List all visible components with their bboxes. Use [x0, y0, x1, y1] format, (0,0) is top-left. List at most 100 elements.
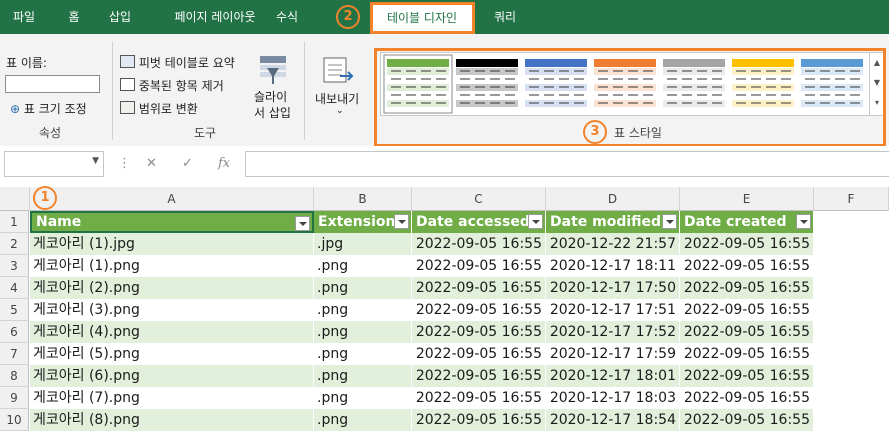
- cell-name[interactable]: 게코아리 (6).png: [30, 365, 314, 387]
- cell-date-modified[interactable]: 2020-12-17 17:52: [546, 321, 680, 343]
- row-header[interactable]: 8: [0, 365, 29, 387]
- cell-date-accessed[interactable]: 2022-09-05 16:55: [412, 409, 546, 431]
- cell-date-accessed[interactable]: 2022-09-05 16:55: [412, 233, 546, 255]
- slicer-label-2: 서 삽입: [254, 106, 291, 120]
- cell-date-created[interactable]: 2022-09-05 16:55: [680, 277, 814, 299]
- remove-duplicates-icon: [120, 78, 135, 91]
- column-header-f[interactable]: F: [814, 187, 889, 211]
- cell-date-accessed[interactable]: 2022-09-05 16:55: [412, 255, 546, 277]
- cell-extension[interactable]: .png: [314, 255, 412, 277]
- tab-query[interactable]: 쿼리: [482, 0, 528, 34]
- remove-duplicates-label: 중복된 항목 제거: [138, 79, 224, 93]
- tab-file[interactable]: 파일: [4, 0, 44, 34]
- filter-dropdown-icon[interactable]: [796, 214, 811, 229]
- cell-name[interactable]: 게코아리 (5).png: [30, 343, 314, 365]
- cell-date-created[interactable]: 2022-09-05 16:55: [680, 343, 814, 365]
- filter-dropdown-icon[interactable]: [662, 214, 677, 229]
- cell-date-created[interactable]: 2022-09-05 16:55: [680, 299, 814, 321]
- cell-extension[interactable]: .png: [314, 299, 412, 321]
- cell-name[interactable]: 게코아리 (2).png: [30, 277, 314, 299]
- insert-slicer-button[interactable]: [258, 54, 288, 90]
- cell-date-modified[interactable]: 2020-12-17 18:01: [546, 365, 680, 387]
- row-header[interactable]: 9: [0, 387, 29, 409]
- row-header[interactable]: 7: [0, 343, 29, 365]
- name-box-dropdown-icon[interactable]: ▼: [92, 156, 99, 166]
- tab-insert[interactable]: 삽입: [100, 0, 140, 34]
- slicer-icon: [260, 56, 286, 84]
- header-extension[interactable]: Extension: [314, 211, 412, 233]
- header-name[interactable]: Name: [30, 211, 314, 233]
- insert-function-icon[interactable]: fx: [218, 156, 230, 171]
- cell-date-accessed[interactable]: 2022-09-05 16:55: [412, 365, 546, 387]
- resize-table-button[interactable]: ⊕ 표 크기 조정: [10, 100, 87, 117]
- confirm-icon[interactable]: ✓: [182, 156, 193, 171]
- cell-date-accessed[interactable]: 2022-09-05 16:55: [412, 387, 546, 409]
- cell-date-modified[interactable]: 2020-12-22 21:57: [546, 233, 680, 255]
- header-date-accessed[interactable]: Date accessed: [412, 211, 546, 233]
- cell-date-accessed[interactable]: 2022-09-05 16:55: [412, 321, 546, 343]
- formula-input[interactable]: [245, 151, 889, 177]
- select-all-corner[interactable]: [0, 187, 30, 211]
- row-header[interactable]: 10: [0, 409, 29, 431]
- cell-date-modified[interactable]: 2020-12-17 18:54: [546, 409, 680, 431]
- filter-dropdown-icon[interactable]: [295, 216, 310, 231]
- cell-extension[interactable]: .png: [314, 343, 412, 365]
- cell-date-modified[interactable]: 2020-12-17 17:51: [546, 299, 680, 321]
- convert-to-range-button[interactable]: 범위로 변환: [120, 100, 198, 117]
- export-button[interactable]: [322, 56, 356, 90]
- filter-dropdown-icon[interactable]: [528, 214, 543, 229]
- cell-extension[interactable]: .png: [314, 409, 412, 431]
- cell-extension[interactable]: .png: [314, 365, 412, 387]
- cell-extension[interactable]: .png: [314, 277, 412, 299]
- tab-page-layout[interactable]: 페이지 레이아웃: [150, 0, 280, 34]
- cell-extension[interactable]: .png: [314, 387, 412, 409]
- cell-date-created[interactable]: 2022-09-05 16:55: [680, 233, 814, 255]
- cell-date-created[interactable]: 2022-09-05 16:55: [680, 255, 814, 277]
- column-header-b[interactable]: B: [314, 187, 412, 211]
- cell-date-created[interactable]: 2022-09-05 16:55: [680, 387, 814, 409]
- annotation-marker-1: 1: [33, 186, 57, 210]
- table-name-input[interactable]: [5, 75, 100, 93]
- filter-dropdown-icon[interactable]: [394, 214, 409, 229]
- tab-formulas[interactable]: 수식: [266, 0, 308, 34]
- row-header[interactable]: 3: [0, 255, 29, 277]
- column-header-a[interactable]: A: [30, 187, 314, 211]
- row-header[interactable]: 6: [0, 321, 29, 343]
- header-date-created[interactable]: Date created: [680, 211, 814, 233]
- row-header[interactable]: 4: [0, 277, 29, 299]
- column-header-d[interactable]: D: [546, 187, 680, 211]
- cell-name[interactable]: 게코아리 (1).png: [30, 255, 314, 277]
- cell-name[interactable]: 게코아리 (4).png: [30, 321, 314, 343]
- cancel-icon[interactable]: ✕: [146, 156, 157, 171]
- name-box[interactable]: ▼: [4, 151, 104, 177]
- cell-name[interactable]: 게코아리 (8).png: [30, 409, 314, 431]
- cell-date-modified[interactable]: 2020-12-17 18:03: [546, 387, 680, 409]
- cell-date-accessed[interactable]: 2022-09-05 16:55: [412, 343, 546, 365]
- header-date-modified[interactable]: Date modified: [546, 211, 680, 233]
- cell-extension[interactable]: .png: [314, 321, 412, 343]
- annotation-marker-2: 2: [336, 5, 360, 29]
- row-header[interactable]: 1: [0, 211, 29, 233]
- group-properties-label: 속성: [38, 126, 62, 140]
- cell-extension[interactable]: .jpg: [314, 233, 412, 255]
- export-dropdown-chevron-icon[interactable]: ⌄: [336, 106, 344, 116]
- cell-date-modified[interactable]: 2020-12-17 18:11: [546, 255, 680, 277]
- column-header-e[interactable]: E: [680, 187, 814, 211]
- highlight-styles-box: [374, 48, 886, 147]
- tab-home[interactable]: 홈: [56, 0, 92, 34]
- cell-date-created[interactable]: 2022-09-05 16:55: [680, 321, 814, 343]
- summarize-pivot-button[interactable]: 피벗 테이블로 요약: [120, 54, 235, 71]
- cell-date-created[interactable]: 2022-09-05 16:55: [680, 365, 814, 387]
- remove-duplicates-button[interactable]: 중복된 항목 제거: [120, 77, 224, 94]
- cell-date-accessed[interactable]: 2022-09-05 16:55: [412, 299, 546, 321]
- cell-name[interactable]: 게코아리 (3).png: [30, 299, 314, 321]
- row-header[interactable]: 5: [0, 299, 29, 321]
- cell-date-modified[interactable]: 2020-12-17 17:59: [546, 343, 680, 365]
- cell-name[interactable]: 게코아리 (7).png: [30, 387, 314, 409]
- cell-name[interactable]: 게코아리 (1).jpg: [30, 233, 314, 255]
- cell-date-modified[interactable]: 2020-12-17 17:50: [546, 277, 680, 299]
- cell-date-accessed[interactable]: 2022-09-05 16:55: [412, 277, 546, 299]
- cell-date-created[interactable]: 2022-09-05 16:55: [680, 409, 814, 431]
- row-header[interactable]: 2: [0, 233, 29, 255]
- column-header-c[interactable]: C: [412, 187, 546, 211]
